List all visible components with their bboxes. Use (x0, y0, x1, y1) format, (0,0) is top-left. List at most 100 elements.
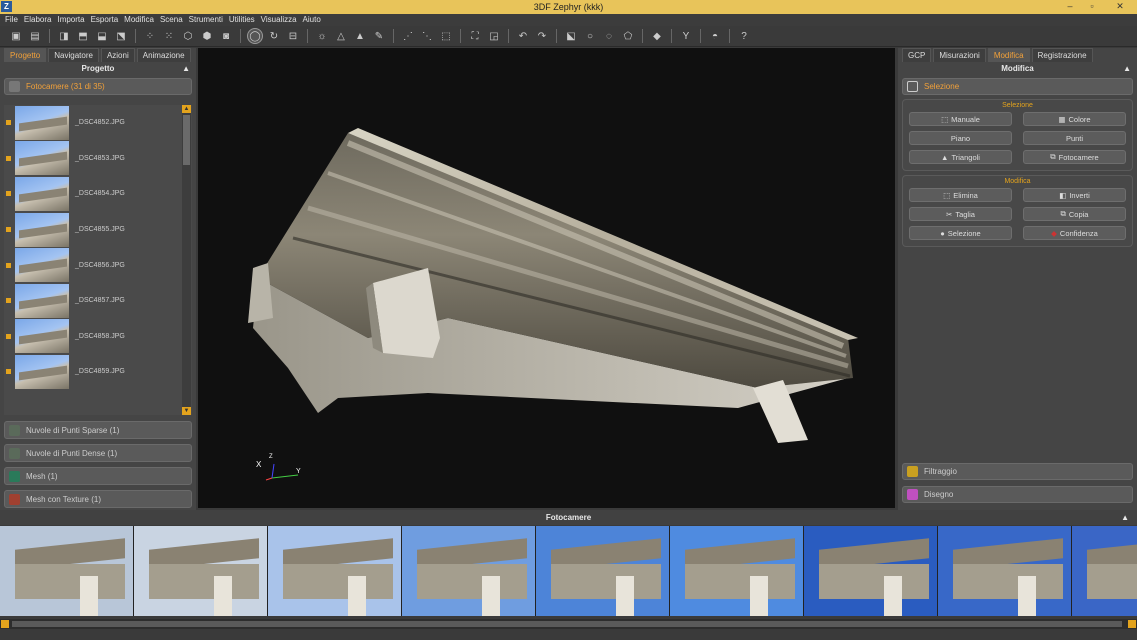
tab-progetto[interactable]: Progetto (4, 48, 47, 62)
camera-strip-thumbnail[interactable] (402, 526, 536, 616)
triangles-select-button[interactable]: ▲ Triangoli (909, 150, 1012, 164)
palette-icon[interactable]: ◆ (649, 28, 665, 44)
triangle-color-icon[interactable]: ▲ (352, 28, 368, 44)
selection-section-header[interactable]: Selezione (902, 78, 1133, 95)
left-section-2[interactable]: Mesh (1) (4, 467, 192, 485)
scroll-left-icon[interactable] (1, 620, 9, 628)
camera-strip-thumbnail[interactable] (134, 526, 268, 616)
dense-icon[interactable]: ⁙ (161, 28, 177, 44)
scrollbar-thumb[interactable] (12, 621, 1122, 627)
tab-registrazione[interactable]: Registrazione (1031, 48, 1093, 62)
left-section-1[interactable]: Nuvole di Punti Dense (1) (4, 444, 192, 462)
grid2-icon[interactable]: ⋱ (419, 28, 435, 44)
workspace-icon[interactable]: ⬒ (75, 28, 91, 44)
help-icon[interactable]: ? (736, 28, 752, 44)
camera-strip-scrollbar[interactable] (0, 619, 1137, 629)
cube-icon[interactable]: ⬚ (438, 28, 454, 44)
cut-button[interactable]: ✂ Taglia (909, 207, 1012, 221)
minimize-button[interactable]: – (1061, 0, 1079, 13)
circle-icon[interactable]: ○ (582, 28, 598, 44)
camera-list-item[interactable]: _DSC4853.JPG (4, 141, 192, 177)
export-icon[interactable]: ⬓ (94, 28, 110, 44)
camera-strip-thumbnail[interactable] (938, 526, 1072, 616)
menu-importa[interactable]: Importa (56, 14, 89, 26)
menu-aiuto[interactable]: Aiuto (302, 14, 326, 26)
delete-button[interactable]: ⬚ Elimina (909, 188, 1012, 202)
tool-icon[interactable]: Y (678, 28, 694, 44)
copy-button[interactable]: ⧉ Copia (1023, 207, 1126, 221)
select-icon[interactable]: ⬕ (563, 28, 579, 44)
camera-list-item[interactable]: _DSC4859.JPG (4, 354, 192, 390)
menu-esporta[interactable]: Esporta (90, 14, 124, 26)
menu-file[interactable]: File (4, 14, 23, 26)
camera-list-item[interactable]: _DSC4854.JPG (4, 176, 192, 212)
grid-icon[interactable]: ⋰ (400, 28, 416, 44)
light-icon[interactable]: ☼ (314, 28, 330, 44)
camera-icon[interactable]: ◙ (218, 28, 234, 44)
color-select-button[interactable]: ▦ Colore (1023, 112, 1126, 126)
camera-list-item[interactable]: _DSC4855.JPG (4, 212, 192, 248)
camera-list-item[interactable]: _DSC4858.JPG (4, 319, 192, 355)
camera-list-scrollbar[interactable]: ▲ ▼ (182, 105, 191, 415)
left-section-3[interactable]: Mesh con Texture (1) (4, 490, 192, 508)
bookmark-icon[interactable]: ◲ (486, 28, 502, 44)
menu-elabora[interactable]: Elabora (23, 14, 57, 26)
pan-icon[interactable]: ⊟ (285, 28, 301, 44)
maximize-button[interactable]: ▫ (1083, 0, 1101, 13)
camera-strip-thumbnail[interactable] (536, 526, 670, 616)
camera-strip-thumbnail[interactable] (1072, 526, 1137, 616)
scroll-up-icon[interactable]: ▲ (182, 105, 191, 113)
menu-scena[interactable]: Scena (159, 14, 188, 26)
camera-list-item[interactable]: _DSC4856.JPG (4, 247, 192, 283)
scroll-right-icon[interactable] (1128, 620, 1136, 628)
frame-icon[interactable]: ⛶ (467, 28, 483, 44)
camera-strip-thumbnail[interactable] (670, 526, 804, 616)
collapse-icon[interactable]: ▲ (1121, 510, 1129, 525)
tab-navigatore[interactable]: Navigatore (48, 48, 99, 62)
left-section-0[interactable]: Nuvole di Punti Sparse (1) (4, 421, 192, 439)
camera-strip-thumbnail[interactable] (804, 526, 938, 616)
cameras-select-button[interactable]: ⧉ Fotocamere (1023, 150, 1126, 164)
rotate-icon[interactable]: ↻ (266, 28, 282, 44)
camera-strip-thumbnail[interactable] (0, 526, 134, 616)
polygon-icon[interactable]: ⬠ (620, 28, 636, 44)
mask-icon[interactable]: ◓ (707, 28, 723, 44)
tab-gcp[interactable]: GCP (902, 48, 932, 62)
close-button[interactable]: ✕ (1105, 0, 1135, 13)
tab-modifica[interactable]: Modifica (987, 48, 1030, 62)
collapse-icon[interactable]: ▲ (182, 62, 190, 75)
orbit-icon[interactable]: ◯ (247, 28, 263, 44)
drawing-section-header[interactable]: Disegno (902, 486, 1133, 503)
tab-animazione[interactable]: Animazione (136, 48, 191, 62)
camera-list-item[interactable]: _DSC4852.JPG (4, 105, 192, 141)
manual-select-button[interactable]: ⬚ Manuale (909, 112, 1012, 126)
menu-visualizza[interactable]: Visualizza (260, 14, 302, 26)
plane-select-button[interactable]: Piano (909, 131, 1012, 145)
triangle-icon[interactable]: △ (333, 28, 349, 44)
menu-strumenti[interactable]: Strumenti (188, 14, 228, 26)
cameras-section-header[interactable]: Fotocamere (31 di 35) (4, 78, 192, 95)
menu-modifica[interactable]: Modifica (123, 14, 159, 26)
brush-icon[interactable]: ✎ (371, 28, 387, 44)
lasso-icon[interactable]: ◌ (601, 28, 617, 44)
import-icon[interactable]: ⬔ (113, 28, 129, 44)
confidence-button[interactable]: ◆ Confidenza (1023, 226, 1126, 240)
selection-button[interactable]: ● Selezione (909, 226, 1012, 240)
tab-misurazioni[interactable]: Misurazioni (933, 48, 986, 62)
texture-icon[interactable]: ⬢ (199, 28, 215, 44)
3d-viewport[interactable]: X Z Y (198, 48, 895, 508)
new-icon[interactable]: ◨ (56, 28, 72, 44)
save-icon[interactable]: ▣ (8, 28, 24, 44)
points-select-button[interactable]: Punti (1023, 131, 1126, 145)
invert-button[interactable]: ◧ Inverti (1023, 188, 1126, 202)
tab-azioni[interactable]: Azioni (100, 48, 135, 62)
redo-icon[interactable]: ↷ (534, 28, 550, 44)
scroll-down-icon[interactable]: ▼ (182, 407, 191, 415)
undo-icon[interactable]: ↶ (515, 28, 531, 44)
collapse-icon[interactable]: ▲ (1123, 62, 1131, 75)
scrollbar-thumb[interactable] (183, 115, 190, 165)
camera-strip-thumbnail[interactable] (268, 526, 402, 616)
menu-utilities[interactable]: Utilities (228, 14, 260, 26)
camera-list-item[interactable]: _DSC4857.JPG (4, 283, 192, 319)
mesh-icon[interactable]: ⬡ (180, 28, 196, 44)
